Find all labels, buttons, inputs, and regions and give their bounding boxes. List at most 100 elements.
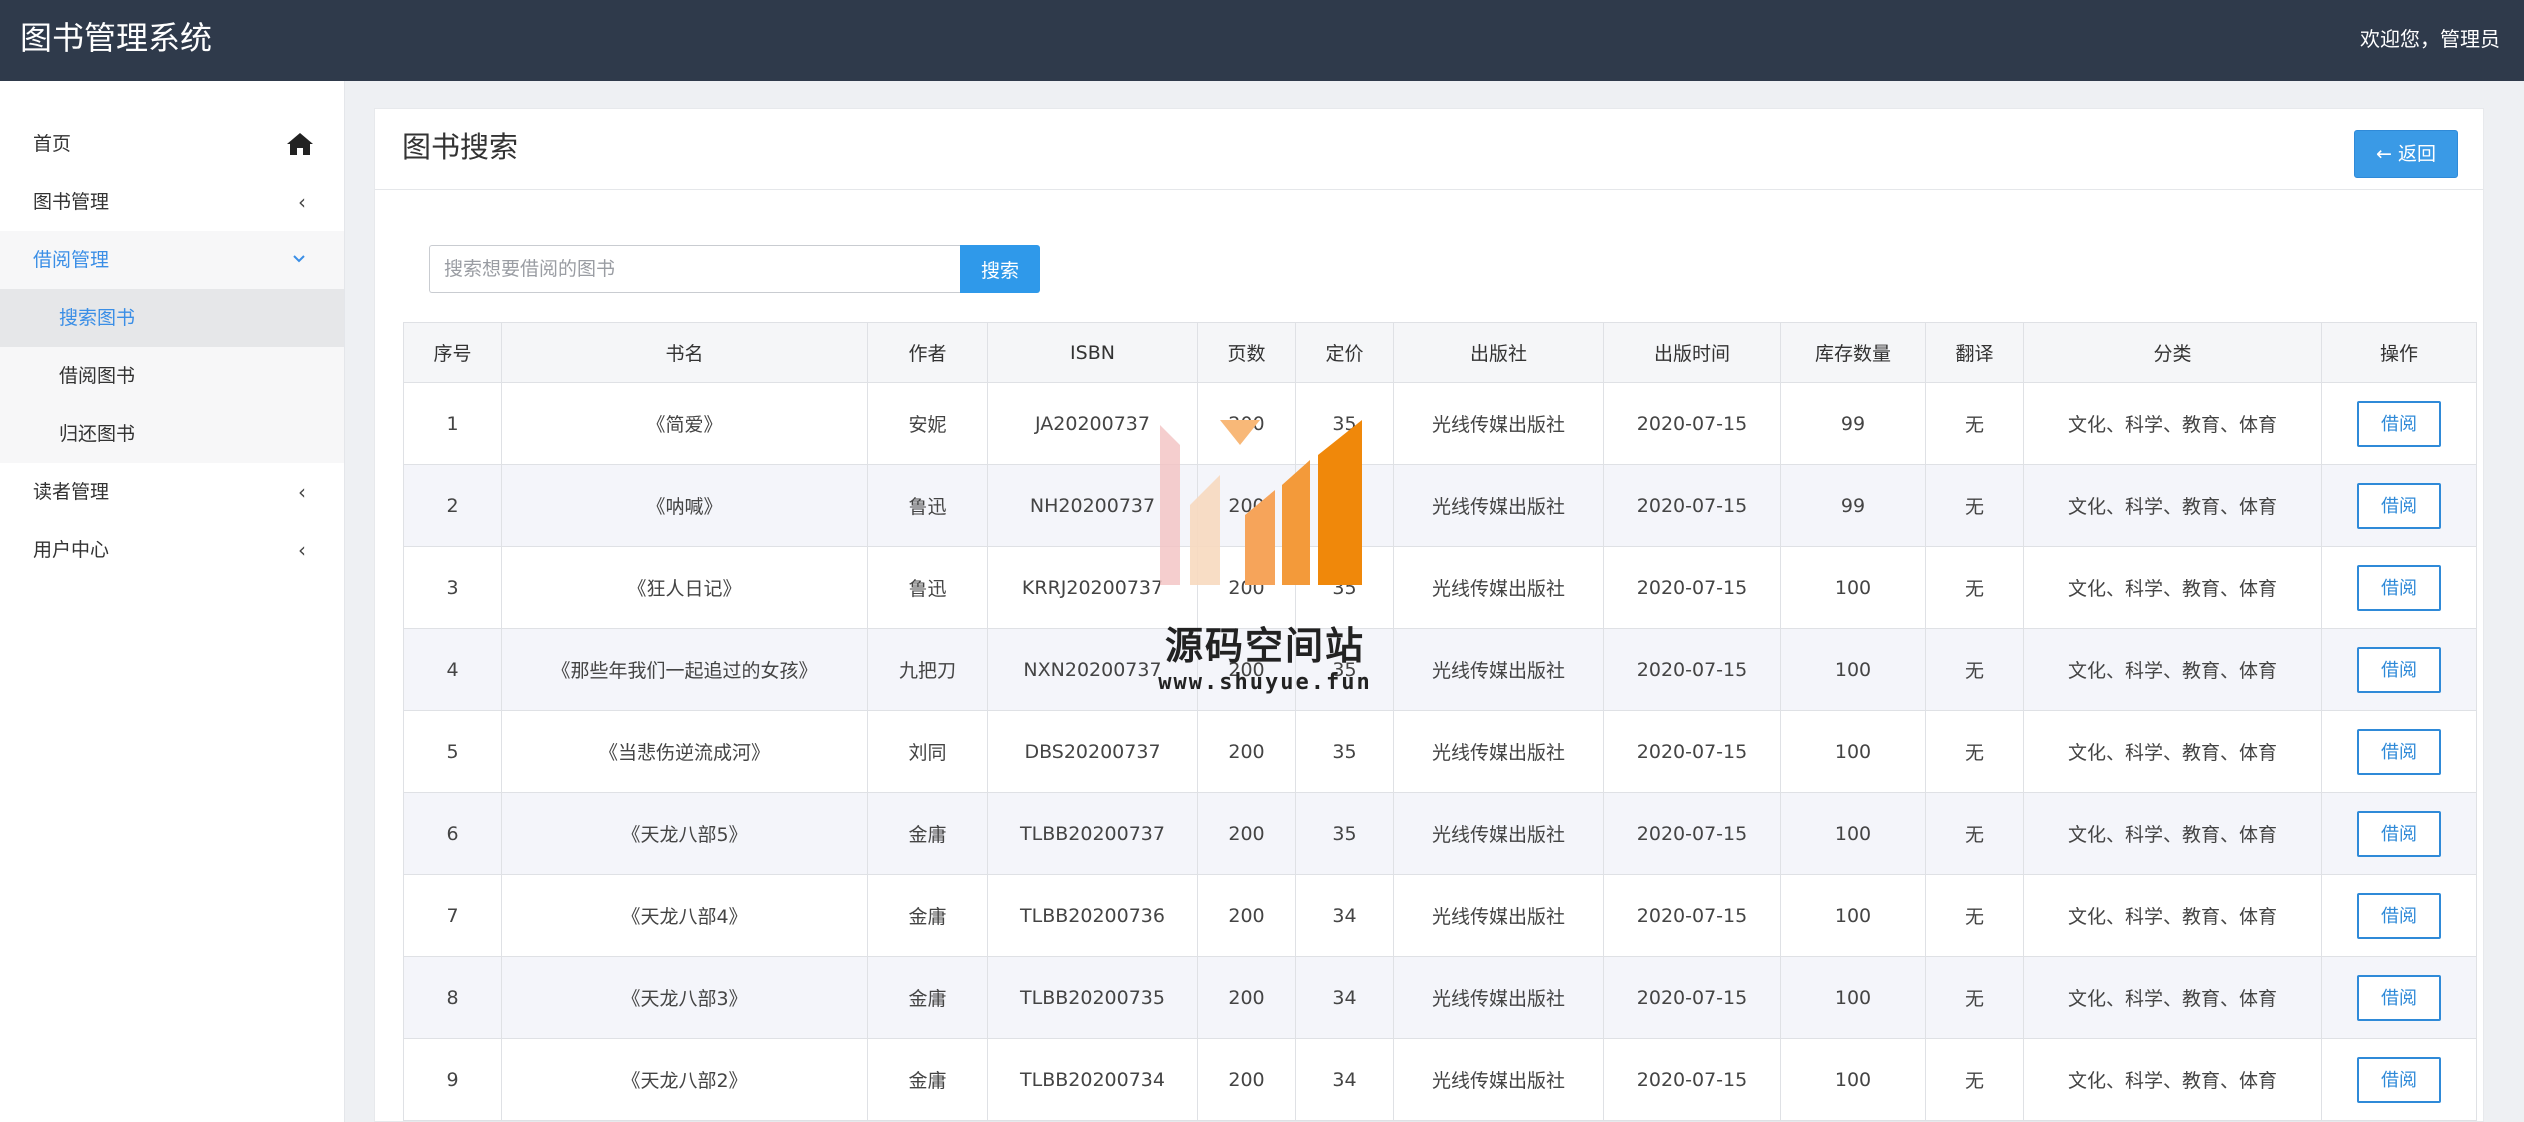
table-cell: 金庸 [867,1038,988,1121]
column-header: 库存数量 [1780,322,1926,383]
sidebar-subitem-return-books[interactable]: 归还图书 [0,405,344,463]
table-row: 1 《简爱》 安妮 JA20200737 200 35 光线传媒出版社 2020-07-15 9… [403,382,2477,465]
table-cell: 鲁迅 [867,464,988,547]
table-cell: 200 [1197,710,1296,793]
table-cell: 2020-07-15 [1603,1038,1781,1121]
column-header: 出版时间 [1603,322,1781,383]
table-cell: 金庸 [867,956,988,1039]
card-header: 图书搜索 ← 返回 [375,109,2483,190]
table-cell: 光线传媒出版社 [1393,382,1604,465]
sidebar-item-home[interactable]: 首页 [0,115,344,173]
table-cell: 35 [1295,464,1394,547]
table-cell: 无 [1925,1038,2024,1121]
table-cell: 安妮 [867,382,988,465]
table-cell: TLBB20200734 [987,1038,1198,1121]
table-cell: 《呐喊》 [501,464,868,547]
table-cell: 200 [1197,464,1296,547]
table-cell: 光线传媒出版社 [1393,628,1604,711]
table-cell: 无 [1925,464,2024,547]
table-row: 5 《当悲伤逆流成河》 刘同 DBS20200737 200 35 光线传媒出版社 2020-… [403,710,2477,793]
table-cell: 文化、科学、教育、体育 [2023,874,2322,957]
borrow-button[interactable]: 借阅 [2357,564,2441,611]
borrow-button[interactable]: 借阅 [2357,974,2441,1021]
table-cell: 2020-07-15 [1603,382,1781,465]
table-cell: 无 [1925,628,2024,711]
table-cell: 200 [1197,874,1296,957]
welcome-text: 欢迎您，管理员 [2360,27,2500,51]
action-cell: 借阅 [2321,628,2477,711]
table-cell: 200 [1197,792,1296,875]
table-cell: 光线传媒出版社 [1393,792,1604,875]
search-button[interactable]: 搜索 [960,245,1040,293]
table-cell: 4 [403,628,502,711]
table-cell: 8 [403,956,502,1039]
table-cell: 9 [403,1038,502,1121]
borrow-button[interactable]: 借阅 [2357,482,2441,529]
table-cell: 文化、科学、教育、体育 [2023,792,2322,875]
table-cell: 100 [1780,628,1926,711]
table-cell: 100 [1780,546,1926,629]
column-header: 页数 [1197,322,1296,383]
column-header: 书名 [501,322,868,383]
table-row: 2 《呐喊》 鲁迅 NH20200737 200 35 光线传媒出版社 2020-07-15 9… [403,464,2477,547]
borrow-button[interactable]: 借阅 [2357,892,2441,939]
column-header: 操作 [2321,322,2477,383]
table-cell: 无 [1925,382,2024,465]
sidebar-item-reader-management[interactable]: 读者管理 ‹ [0,463,344,521]
table-cell: 200 [1197,956,1296,1039]
table-cell: 2020-07-15 [1603,792,1781,875]
chevron-down-icon [293,255,305,263]
back-button[interactable]: ← 返回 [2354,130,2458,178]
table-cell: 35 [1295,710,1394,793]
table-cell: 34 [1295,874,1394,957]
table-cell: 2020-07-15 [1603,956,1781,1039]
table-header-row: 序号 书名 作者 ISBN 页数 定价 出版社 出版时间 库存数量 翻译 分类 操作 [403,322,2477,383]
table-cell: 光线传媒出版社 [1393,1038,1604,1121]
table-cell: 光线传媒出版社 [1393,874,1604,957]
table-cell: 文化、科学、教育、体育 [2023,382,2322,465]
table-cell: 光线传媒出版社 [1393,546,1604,629]
table-cell: 《天龙八部3》 [501,956,868,1039]
table-cell: 光线传媒出版社 [1393,464,1604,547]
action-cell: 借阅 [2321,382,2477,465]
column-header: 作者 [867,322,988,383]
table-cell: 文化、科学、教育、体育 [2023,710,2322,793]
table-cell: 《天龙八部2》 [501,1038,868,1121]
sidebar-item-borrow-management[interactable]: 借阅管理 [0,231,344,289]
borrow-button[interactable]: 借阅 [2357,728,2441,775]
action-cell: 借阅 [2321,710,2477,793]
sidebar-subitem-search-books[interactable]: 搜索图书 [0,289,344,347]
action-cell: 借阅 [2321,956,2477,1039]
sidebar: 首页 图书管理 ‹ 借阅管理 搜索图书 借阅图书 归还图书 读者管理 ‹ 用户中… [0,81,345,1122]
table-cell: 无 [1925,956,2024,1039]
table-cell: 《那些年我们一起追过的女孩》 [501,628,868,711]
table-cell: 无 [1925,874,2024,957]
table-cell: 35 [1295,382,1394,465]
action-cell: 借阅 [2321,874,2477,957]
back-button-label: 返回 [2397,143,2436,165]
table-cell: TLBB20200735 [987,956,1198,1039]
table-cell: 34 [1295,956,1394,1039]
table-row: 7 《天龙八部4》 金庸 TLBB20200736 200 34 光线传媒出版社 2020-0… [403,874,2477,957]
table-cell: 35 [1295,792,1394,875]
sidebar-item-label: 图书管理 [33,191,110,213]
borrow-button[interactable]: 借阅 [2357,1056,2441,1103]
action-cell: 借阅 [2321,464,2477,547]
table-cell: 99 [1780,464,1926,547]
borrow-button[interactable]: 借阅 [2357,400,2441,447]
table-cell: 2020-07-15 [1603,464,1781,547]
sidebar-subitem-borrow-books[interactable]: 借阅图书 [0,347,344,405]
table-cell: 无 [1925,710,2024,793]
search-input[interactable] [429,245,960,293]
table-cell: 2020-07-15 [1603,546,1781,629]
table-row: 6 《天龙八部5》 金庸 TLBB20200737 200 35 光线传媒出版社 2020-0… [403,792,2477,875]
sidebar-item-book-management[interactable]: 图书管理 ‹ [0,173,344,231]
borrow-button[interactable]: 借阅 [2357,646,2441,693]
books-table: 序号 书名 作者 ISBN 页数 定价 出版社 出版时间 库存数量 翻译 分类 操作 1 《简爱》 安妮 J… [403,322,2477,1121]
sidebar-item-label: 首页 [33,133,72,155]
table-body: 1 《简爱》 安妮 JA20200737 200 35 光线传媒出版社 2020-07-15 9… [403,382,2477,1121]
borrow-button[interactable]: 借阅 [2357,810,2441,857]
table-cell: DBS20200737 [987,710,1198,793]
sidebar-item-user-center[interactable]: 用户中心 ‹ [0,521,344,579]
table-cell: 刘同 [867,710,988,793]
